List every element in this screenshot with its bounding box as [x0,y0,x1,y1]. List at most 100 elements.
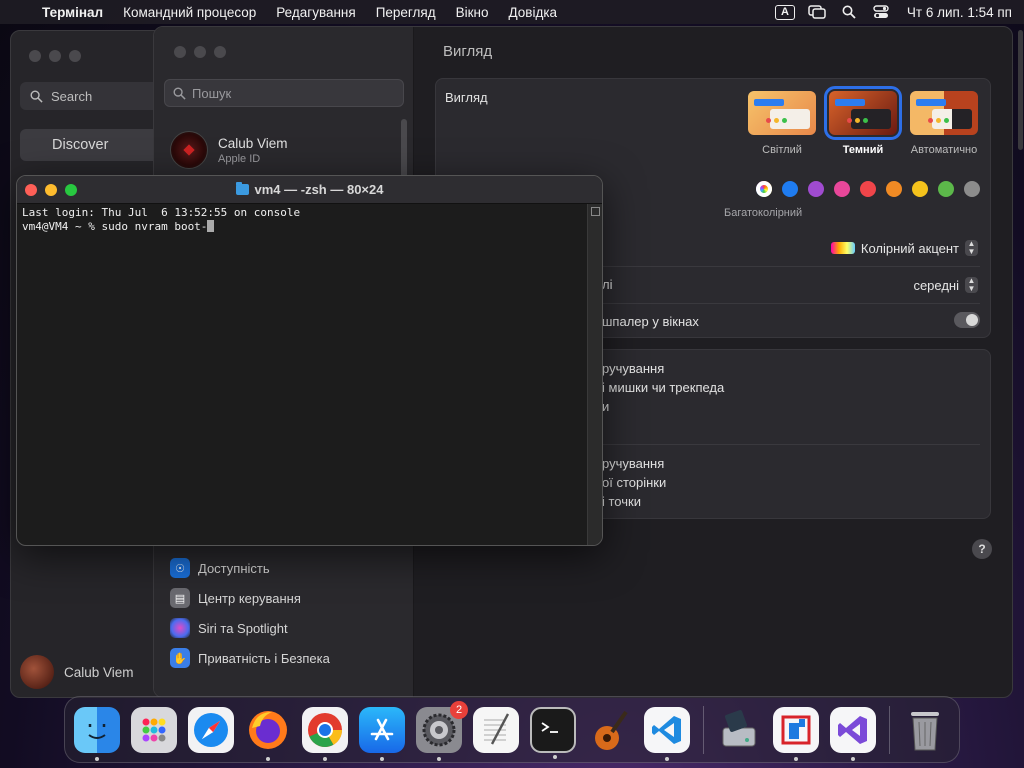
store-account[interactable]: Calub Viem [20,655,134,689]
safari-icon[interactable] [188,706,234,753]
theme-light[interactable]: Світлий [748,91,816,156]
control-center-icon: ▤ [170,588,190,608]
spotlight-search-icon[interactable] [839,4,859,20]
menu-view[interactable]: Перегляд [366,5,446,20]
accent-orange[interactable] [886,181,902,197]
visual-studio-icon[interactable] [830,706,876,761]
theme-dark-thumbnail [824,86,902,140]
accent-blue[interactable] [782,181,798,197]
scroll-option-1[interactable]: ручування [602,361,664,376]
sidebar-item-accessibility[interactable]: ☉ Доступність [170,553,330,583]
textedit-icon[interactable] [473,706,519,753]
terminal-icon[interactable] [530,706,576,759]
terminal-window[interactable]: vm4 — -zsh — 80×24 Last login: Thu Jul 6… [16,175,603,546]
terminal-title: vm4 — -zsh — 80×24 [254,182,384,197]
theme-light-label: Світлий [762,144,802,156]
split-pane-icon[interactable] [590,207,600,216]
sidebar-icon-size-popup[interactable]: середні ▲ ▼ [913,277,978,293]
zoom-button[interactable] [65,184,77,196]
minimize-button[interactable] [49,50,61,62]
finder-icon[interactable] [74,706,120,761]
click-option-3[interactable]: і точки [602,494,641,509]
chrome-icon[interactable] [302,706,348,761]
close-button[interactable] [174,46,186,58]
theme-auto[interactable]: Автоматично [910,91,978,156]
menu-edit[interactable]: Редагування [266,5,365,20]
sidebar-icon-size-value: середні [913,277,959,293]
store-search-field[interactable]: Search [20,82,170,110]
notification-badge: 2 [450,700,468,719]
screen-mirroring-icon[interactable] [807,4,827,20]
hand-icon: ✋ [170,648,190,668]
input-source-icon[interactable]: A [774,4,795,20]
highlight-color-popup[interactable]: Колірний акцент ▲ ▼ [830,240,978,256]
wallpaper-tint-label: шпалер у вікнах [602,314,699,329]
chevron-updown-icon: ▲ ▼ [965,240,978,256]
menu-shell[interactable]: Командний процесор [113,5,266,20]
highlight-value: Колірний акцент [860,240,959,256]
sidebar-item-discover[interactable]: Discover [20,129,170,161]
close-button[interactable] [25,184,37,196]
menu-app-name[interactable]: Термінал [34,5,113,20]
discover-label: Discover [52,137,109,153]
wallpaper-tint-toggle[interactable] [954,312,980,328]
zoom-button[interactable] [69,50,81,62]
sidebar-icon-size-label: лі [602,277,613,292]
app-store-icon[interactable] [359,706,405,761]
zoom-button[interactable] [214,46,226,58]
menu-bar: Термінал Командний процесор Редагування … [0,0,1024,24]
accent-color-picker [756,181,980,197]
close-button[interactable] [29,50,41,62]
sidebar-item-siri-spotlight[interactable]: Siri та Spotlight [170,613,330,643]
account-name: Calub Viem [218,135,288,151]
accessibility-icon: ☉ [170,558,190,578]
sidebar-item-privacy-security[interactable]: ✋ Приватність і Безпека [170,643,330,673]
settings-search-field[interactable]: Пошук [164,79,404,107]
accent-red[interactable] [860,181,876,197]
sidebar-item-control-center[interactable]: ▤ Центр керування [170,583,330,613]
terminal-titlebar[interactable]: vm4 — -zsh — 80×24 [17,176,602,204]
apple-id-account[interactable]: Calub Viem Apple ID [170,131,288,169]
highlight-swatch [830,242,855,254]
theme-dark-label: Темний [842,144,884,156]
firefox-icon[interactable] [245,707,291,761]
store-user-name: Calub Viem [64,664,134,680]
appearance-label: Вигляд [445,90,488,105]
menu-window[interactable]: Вікно [446,5,499,20]
window-controls [29,50,81,62]
dock-separator [889,705,890,754]
theme-dark[interactable]: Темний [824,86,902,156]
click-option-1[interactable]: ручування [602,456,664,471]
disk-utility-icon[interactable] [716,707,762,753]
scroll-option-2[interactable]: і мишки чи трекпеда [602,380,724,395]
sidebar-item-label: Приватність і Безпека [198,650,330,666]
siri-icon [170,618,190,638]
sidebar-scrollbar[interactable] [401,119,407,179]
scroll-option-3[interactable]: и [602,399,609,414]
control-center-icon[interactable] [871,4,891,20]
trash-icon[interactable] [902,707,948,753]
minimize-button[interactable] [194,46,206,58]
vscode-icon[interactable] [644,706,690,761]
garageband-icon[interactable] [587,707,633,753]
terminal-output[interactable]: Last login: Thu Jul 6 13:52:55 on consol… [22,206,584,545]
search-placeholder: Пошук [192,85,232,101]
sidebar-item-label: Siri та Spotlight [198,620,288,636]
accent-purple[interactable] [808,181,824,197]
launchpad-icon[interactable] [131,706,177,753]
help-button[interactable]: ? [972,539,992,559]
accent-multicolor[interactable] [756,181,772,197]
accent-graphite[interactable] [964,181,980,197]
terminal-scrollbar[interactable] [587,204,602,545]
minimize-button[interactable] [45,184,57,196]
search-placeholder: Search [51,88,93,104]
parallels-icon[interactable] [773,706,819,761]
account-subtitle: Apple ID [218,152,261,165]
click-option-2[interactable]: ої сторінки [602,475,666,490]
accent-pink[interactable] [834,181,850,197]
accent-green[interactable] [938,181,954,197]
menu-help[interactable]: Довідка [499,5,568,20]
menubar-clock[interactable]: Чт 6 лип. 1:54 пп [907,5,1012,20]
accent-yellow[interactable] [912,181,928,197]
system-settings-icon[interactable]: 2 [416,700,468,761]
